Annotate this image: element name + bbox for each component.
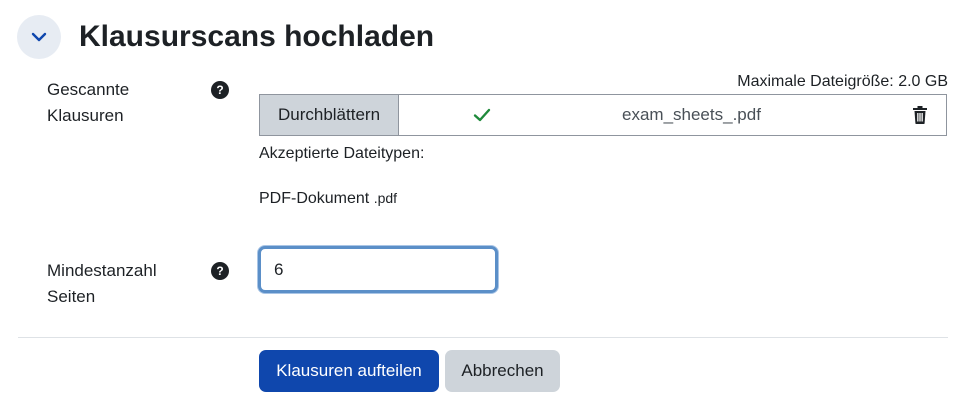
scans-field-label: Gescannte Klausuren [47, 77, 187, 129]
pages-field-label: Mindestanzahl Seiten [47, 258, 187, 310]
scans-label-line2: Klausuren [47, 106, 124, 125]
accepted-type-item: PDF-Dokument .pdf [259, 187, 397, 210]
uploaded-file-name: exam_sheets_.pdf [622, 105, 761, 124]
accepted-type-extension: .pdf [373, 190, 398, 206]
pages-label-line2: Seiten [47, 287, 96, 306]
form-divider [18, 337, 948, 338]
help-icon[interactable]: ? [211, 81, 229, 99]
section-title: Klausurscans hochladen [79, 20, 435, 53]
trash-icon[interactable] [912, 106, 928, 124]
browse-button[interactable]: Durchblättern [260, 95, 399, 135]
accepted-type-name: PDF-Dokument [259, 190, 370, 207]
cancel-button[interactable]: Abbrechen [445, 350, 560, 392]
pages-label-line1: Mindestanzahl [47, 261, 157, 280]
split-exams-button[interactable]: Klausuren aufteilen [259, 350, 439, 392]
check-icon [473, 108, 491, 122]
scans-label-line1: Gescannte [47, 80, 130, 99]
min-pages-input[interactable] [258, 246, 498, 293]
chevron-down-icon [31, 32, 47, 42]
file-picker: Durchblättern exam_sheets_.pdf [259, 94, 947, 136]
max-file-size-text: Maximale Dateigröße: 2.0 GB [737, 73, 948, 90]
help-icon[interactable]: ? [211, 262, 229, 280]
collapse-section-button[interactable] [17, 15, 61, 59]
accepted-types-label: Akzeptierte Dateitypen: [259, 145, 425, 162]
